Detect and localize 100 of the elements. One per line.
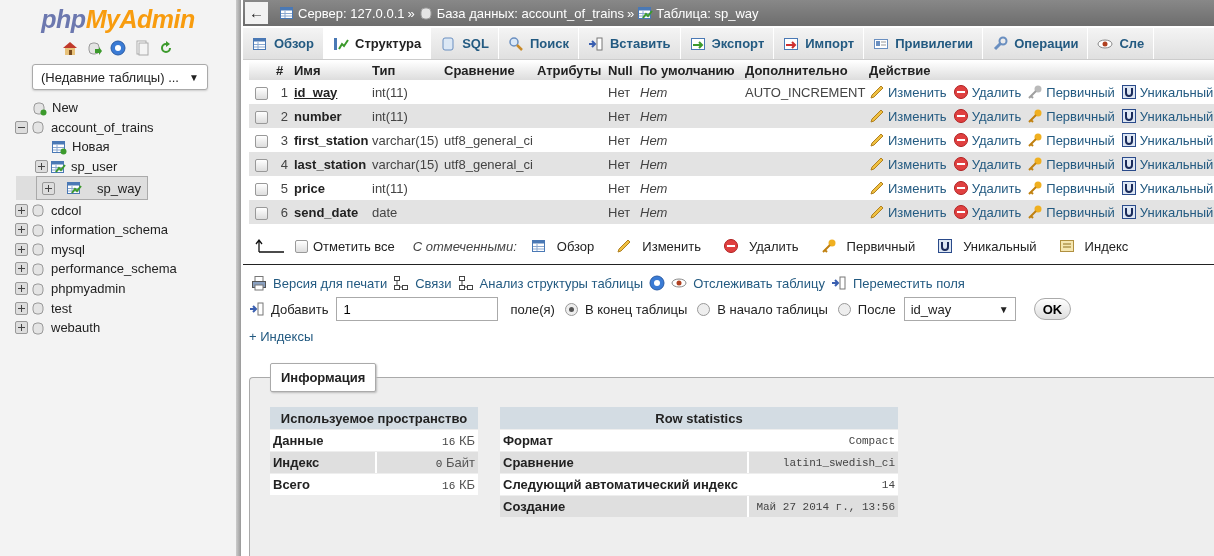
position-radio[interactable]: После	[837, 301, 896, 317]
bulk-action-button[interactable]: Первичный	[820, 238, 916, 254]
table-cell: Нет	[605, 176, 637, 200]
action-link[interactable]: Уникальный	[1120, 204, 1214, 220]
with-selected-label: С отмеченными:	[412, 238, 517, 254]
breadcrumb-separator: »	[627, 5, 635, 21]
action-link[interactable]: Удалить	[952, 108, 1022, 124]
row-label: Сравнение	[500, 452, 748, 473]
table-cell: Нет	[637, 152, 742, 176]
bulk-action-button[interactable]: Уникальный	[937, 238, 1037, 254]
table-header: Row statistics	[500, 407, 898, 429]
bulk-action-button[interactable]: Индекс	[1058, 238, 1129, 254]
table-cell: int(11)	[369, 80, 441, 104]
toolbar-link[interactable]: Анализ структуры таблицы	[457, 275, 644, 291]
tab[interactable]: Привилегии	[864, 28, 984, 59]
position-radio[interactable]: В начало таблицы	[697, 301, 828, 317]
column-header: Дополнительно	[742, 61, 866, 80]
column-count-input[interactable]: 1	[336, 297, 499, 321]
breadcrumb-link[interactable]: Таблица: sp_way	[656, 5, 759, 21]
action-link[interactable]: Изменить	[869, 132, 947, 148]
add-columns-label: Добавить	[249, 301, 329, 317]
table-cell: Нет	[637, 104, 742, 128]
action-link[interactable]: Первичный	[1027, 132, 1115, 148]
action-link[interactable]: Первичный	[1027, 204, 1115, 220]
tree-item[interactable]: performance_schema	[16, 259, 236, 279]
row-label: Индекс	[270, 452, 375, 473]
action-link[interactable]: Первичный	[1027, 108, 1115, 124]
action-link[interactable]: Изменить	[869, 84, 947, 100]
tab[interactable]: SQL	[431, 28, 499, 59]
column-name: number	[291, 104, 369, 128]
logo[interactable]: phpMyAdmin	[41, 4, 195, 34]
column-header: Имя	[291, 61, 369, 80]
action-link[interactable]: Удалить	[952, 180, 1022, 196]
action-link[interactable]: Удалить	[952, 204, 1022, 220]
tab[interactable]: Импорт	[774, 28, 865, 59]
action-link[interactable]: Изменить	[869, 108, 947, 124]
tree-item[interactable]: sp_user	[36, 156, 236, 177]
tree-item[interactable]: New	[16, 98, 236, 118]
table-cell: Нет	[605, 80, 637, 104]
position-radio[interactable]: В конец таблицы	[564, 301, 688, 317]
row-label: Формат	[500, 430, 748, 451]
check-all-checkbox[interactable]: Отметить все	[295, 238, 395, 254]
column-select[interactable]: id_way ▼	[903, 297, 1016, 321]
tree-item[interactable]: webauth	[16, 317, 236, 338]
tree-item[interactable]: cdcol	[16, 200, 236, 220]
tree-item[interactable]: account_of_trains	[16, 117, 236, 138]
bulk-action-button[interactable]: Удалить	[722, 238, 799, 254]
back-button[interactable]: ←	[245, 2, 268, 24]
action-link[interactable]: Уникальный	[1120, 156, 1214, 172]
action-link[interactable]: Удалить	[952, 84, 1022, 100]
action-link[interactable]: Первичный	[1027, 180, 1115, 196]
toolbar-link[interactable]: Версия для печати	[251, 275, 388, 291]
tab[interactable]: Вставить	[578, 28, 681, 59]
toolbar-link[interactable]: Связи	[393, 275, 452, 291]
table-cell: 16 КБ	[442, 433, 475, 448]
table-cell: Нет	[637, 80, 742, 104]
toolbar-link[interactable]: Отслеживать таблицу	[671, 275, 825, 291]
column-name: first_station	[291, 128, 369, 152]
action-link[interactable]: Уникальный	[1120, 180, 1214, 196]
table-cell: Compact	[747, 430, 898, 451]
table-cell: Май 27 2014 г., 13:56	[747, 496, 898, 517]
tree-item[interactable]: Новая	[36, 137, 236, 157]
toolbar-link[interactable]: Переместить поля	[830, 275, 965, 291]
action-link[interactable]: Удалить	[952, 156, 1022, 172]
action-link[interactable]: Первичный	[1027, 156, 1115, 172]
recent-tables-dropdown[interactable]: (Недавние таблицы) ... ▼	[32, 64, 208, 90]
tree-item[interactable]: information_schema	[16, 219, 236, 240]
bulk-action-button[interactable]: Изменить	[616, 238, 701, 254]
table-cell: 1	[273, 80, 291, 104]
action-link[interactable]: Изменить	[869, 156, 947, 172]
row-label: Данные	[270, 430, 375, 451]
tab[interactable]: Сле	[1088, 28, 1155, 59]
action-link[interactable]: Удалить	[952, 132, 1022, 148]
breadcrumb-separator: »	[407, 5, 415, 21]
table-cell: 4	[273, 152, 291, 176]
bulk-action-button[interactable]: Обзор	[530, 238, 595, 254]
breadcrumb-link[interactable]: База данных: account_of_trains	[436, 5, 625, 21]
tab[interactable]: Поиск	[498, 28, 579, 59]
action-link[interactable]: Уникальный	[1120, 108, 1214, 124]
table-cell: 5	[273, 176, 291, 200]
table-cell: latin1_swedish_ci	[747, 452, 898, 473]
tab[interactable]: Операции	[983, 28, 1089, 59]
action-link[interactable]: Уникальный	[1120, 84, 1214, 100]
ok-button[interactable]: OK	[1033, 298, 1072, 320]
tree-item[interactable]: mysql	[16, 239, 236, 260]
tree-item[interactable]: test	[16, 298, 236, 318]
tab[interactable]: Экспорт	[680, 28, 775, 59]
action-link[interactable]: Изменить	[869, 204, 947, 220]
table-cell: utf8_general_ci	[444, 132, 533, 148]
tree-item[interactable]: phpmyadmin	[16, 278, 236, 299]
table-cell: utf8_general_ci	[444, 156, 533, 172]
table-cell: 6	[273, 200, 291, 224]
tab[interactable]: Структура	[324, 28, 432, 59]
breadcrumb-link[interactable]: Сервер: 127.0.0.1	[298, 5, 405, 21]
action-link[interactable]: Изменить	[869, 180, 947, 196]
column-header: Null	[605, 61, 637, 80]
action-link[interactable]: Уникальный	[1120, 132, 1214, 148]
column-header: Сравнение	[441, 61, 534, 80]
indexes-link[interactable]: + Индексы	[249, 329, 314, 344]
table-cell: varchar(15)	[369, 152, 441, 176]
